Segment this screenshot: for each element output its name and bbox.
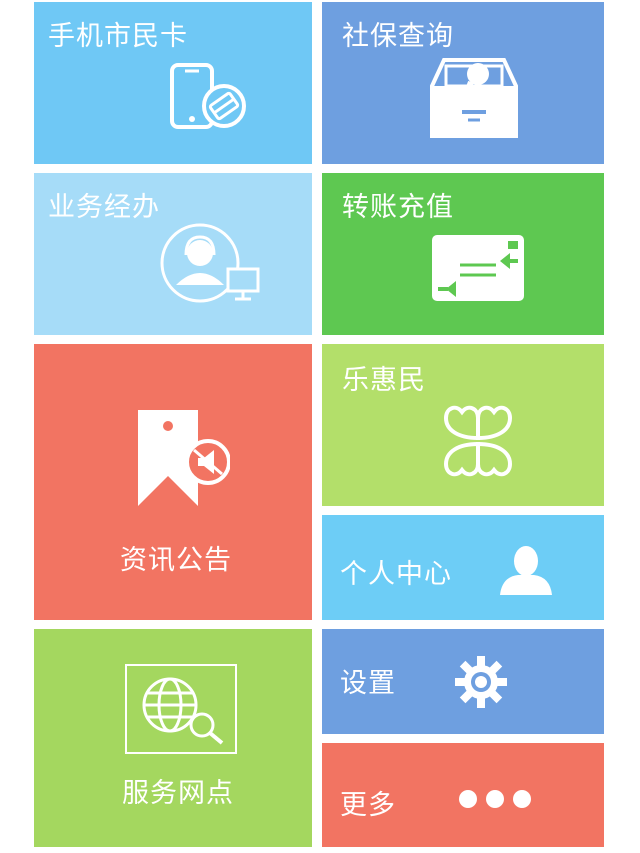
tile-service-points[interactable]: 服务网点: [34, 629, 312, 847]
tile-transfer-label: 转账充值: [342, 192, 454, 223]
tile-lehuimin-label: 乐惠民: [342, 365, 426, 396]
tile-personal-label: 个人中心: [340, 559, 452, 590]
tile-settings-label: 设置: [340, 668, 396, 699]
search-box-icon: [430, 52, 518, 140]
tile-social-security-label: 社保查询: [342, 21, 454, 52]
bookmark-announcement-icon: [134, 406, 230, 510]
transfer-card-icon: [430, 233, 526, 305]
tile-news[interactable]: 资讯公告: [34, 344, 312, 620]
user-icon: [498, 545, 554, 597]
tile-business[interactable]: 业务经办: [34, 173, 312, 335]
gear-icon: [454, 655, 508, 709]
tile-more[interactable]: 更多: [322, 743, 604, 847]
tile-lehuimin[interactable]: 乐惠民: [322, 344, 604, 506]
tile-social-security[interactable]: 社保查询: [322, 2, 604, 164]
tile-news-label: 资讯公告: [120, 545, 232, 576]
tile-service-points-label: 服务网点: [122, 778, 234, 809]
tile-more-label: 更多: [340, 790, 396, 821]
customer-service-icon: [158, 221, 268, 305]
phone-card-icon: [169, 62, 249, 134]
tile-business-label: 业务经办: [48, 192, 160, 223]
clover-icon: [438, 402, 518, 480]
tile-mobile-card-label: 手机市民卡: [48, 21, 188, 52]
globe-search-icon: [124, 663, 240, 757]
tile-mobile-card[interactable]: 手机市民卡: [34, 2, 312, 164]
more-dots-icon: [458, 788, 532, 810]
tile-personal[interactable]: 个人中心: [322, 515, 604, 620]
tile-transfer[interactable]: 转账充值: [322, 173, 604, 335]
tile-settings[interactable]: 设置: [322, 629, 604, 734]
